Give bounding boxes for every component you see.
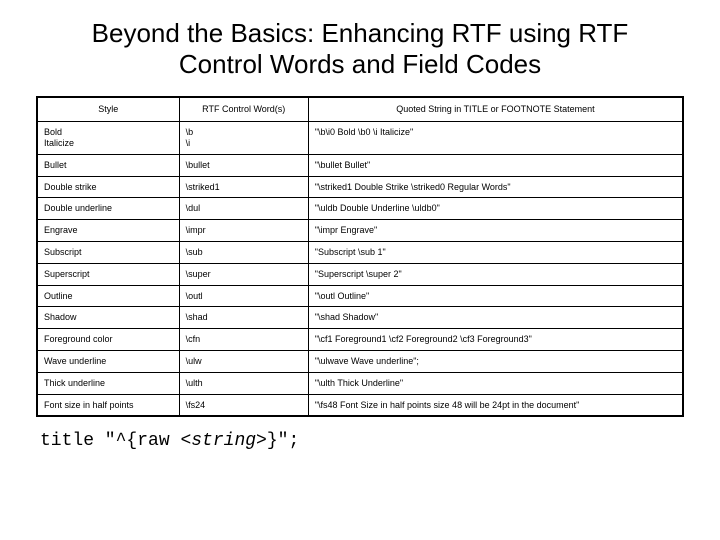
cell-style: Font size in half points <box>37 394 179 416</box>
cell-style: Superscript <box>37 263 179 285</box>
cell-word: \ulw <box>179 350 308 372</box>
cell-word: \dul <box>179 198 308 220</box>
cell-style: Engrave <box>37 220 179 242</box>
cell-word: \b \i <box>179 122 308 155</box>
table-row: Shadow\shad"\shad Shadow" <box>37 307 683 329</box>
cell-word: \impr <box>179 220 308 242</box>
cell-quoted: "\shad Shadow" <box>308 307 683 329</box>
table-row: Bold Italicize\b \i"\b\i0 Bold \b0 \i It… <box>37 122 683 155</box>
cell-quoted: "\b\i0 Bold \b0 \i Italicize" <box>308 122 683 155</box>
cell-word: \sub <box>179 241 308 263</box>
cell-word: \super <box>179 263 308 285</box>
cell-word: \ulth <box>179 372 308 394</box>
cell-quoted: "\cf1 Foreground1 \cf2 Foreground2 \cf3 … <box>308 329 683 351</box>
cell-word: \bullet <box>179 154 308 176</box>
table-row: Superscript\super"Superscript \super 2" <box>37 263 683 285</box>
cell-quoted: "\striked1 Double Strike \striked0 Regul… <box>308 176 683 198</box>
table-row: Wave underline\ulw"\ulwave Wave underlin… <box>37 350 683 372</box>
footer-suffix: }"; <box>267 431 299 451</box>
header-word: RTF Control Word(s) <box>179 97 308 121</box>
cell-word: \striked1 <box>179 176 308 198</box>
cell-word: \shad <box>179 307 308 329</box>
table-row: Font size in half points\fs24"\fs48 Font… <box>37 394 683 416</box>
table-row: Double strike\striked1"\striked1 Double … <box>37 176 683 198</box>
cell-quoted: "\impr Engrave" <box>308 220 683 242</box>
table-row: Bullet\bullet"\bullet Bullet" <box>37 154 683 176</box>
cell-quoted: "\bullet Bullet" <box>308 154 683 176</box>
cell-quoted: "\ulwave Wave underline"; <box>308 350 683 372</box>
cell-style: Subscript <box>37 241 179 263</box>
cell-style: Outline <box>37 285 179 307</box>
cell-style: Foreground color <box>37 329 179 351</box>
footer-code: title "^{raw <string>}"; <box>36 431 684 451</box>
page-title: Beyond the Basics: Enhancing RTF using R… <box>36 18 684 80</box>
table-row: Double underline\dul"\uldb Double Underl… <box>37 198 683 220</box>
cell-quoted: "\ulth Thick Underline" <box>308 372 683 394</box>
rtf-table: Style RTF Control Word(s) Quoted String … <box>36 96 684 417</box>
header-style: Style <box>37 97 179 121</box>
cell-quoted: "Subscript \sub 1" <box>308 241 683 263</box>
cell-word: \outl <box>179 285 308 307</box>
cell-style: Shadow <box>37 307 179 329</box>
cell-style: Double underline <box>37 198 179 220</box>
cell-word: \fs24 <box>179 394 308 416</box>
table-row: Thick underline\ulth"\ulth Thick Underli… <box>37 372 683 394</box>
footer-string: <string> <box>180 431 266 451</box>
cell-style: Bold Italicize <box>37 122 179 155</box>
table-row: Outline\outl"\outl Outline" <box>37 285 683 307</box>
cell-style: Thick underline <box>37 372 179 394</box>
cell-quoted: "\outl Outline" <box>308 285 683 307</box>
footer-prefix: title "^{raw <box>40 431 180 451</box>
table-row: Foreground color\cfn"\cf1 Foreground1 \c… <box>37 329 683 351</box>
cell-quoted: "\fs48 Font Size in half points size 48 … <box>308 394 683 416</box>
cell-style: Wave underline <box>37 350 179 372</box>
table-header-row: Style RTF Control Word(s) Quoted String … <box>37 97 683 121</box>
table-row: Subscript\sub"Subscript \sub 1" <box>37 241 683 263</box>
header-quoted: Quoted String in TITLE or FOOTNOTE State… <box>308 97 683 121</box>
cell-style: Bullet <box>37 154 179 176</box>
cell-style: Double strike <box>37 176 179 198</box>
cell-quoted: "\uldb Double Underline \uldb0" <box>308 198 683 220</box>
cell-word: \cfn <box>179 329 308 351</box>
cell-quoted: "Superscript \super 2" <box>308 263 683 285</box>
table-row: Engrave\impr"\impr Engrave" <box>37 220 683 242</box>
